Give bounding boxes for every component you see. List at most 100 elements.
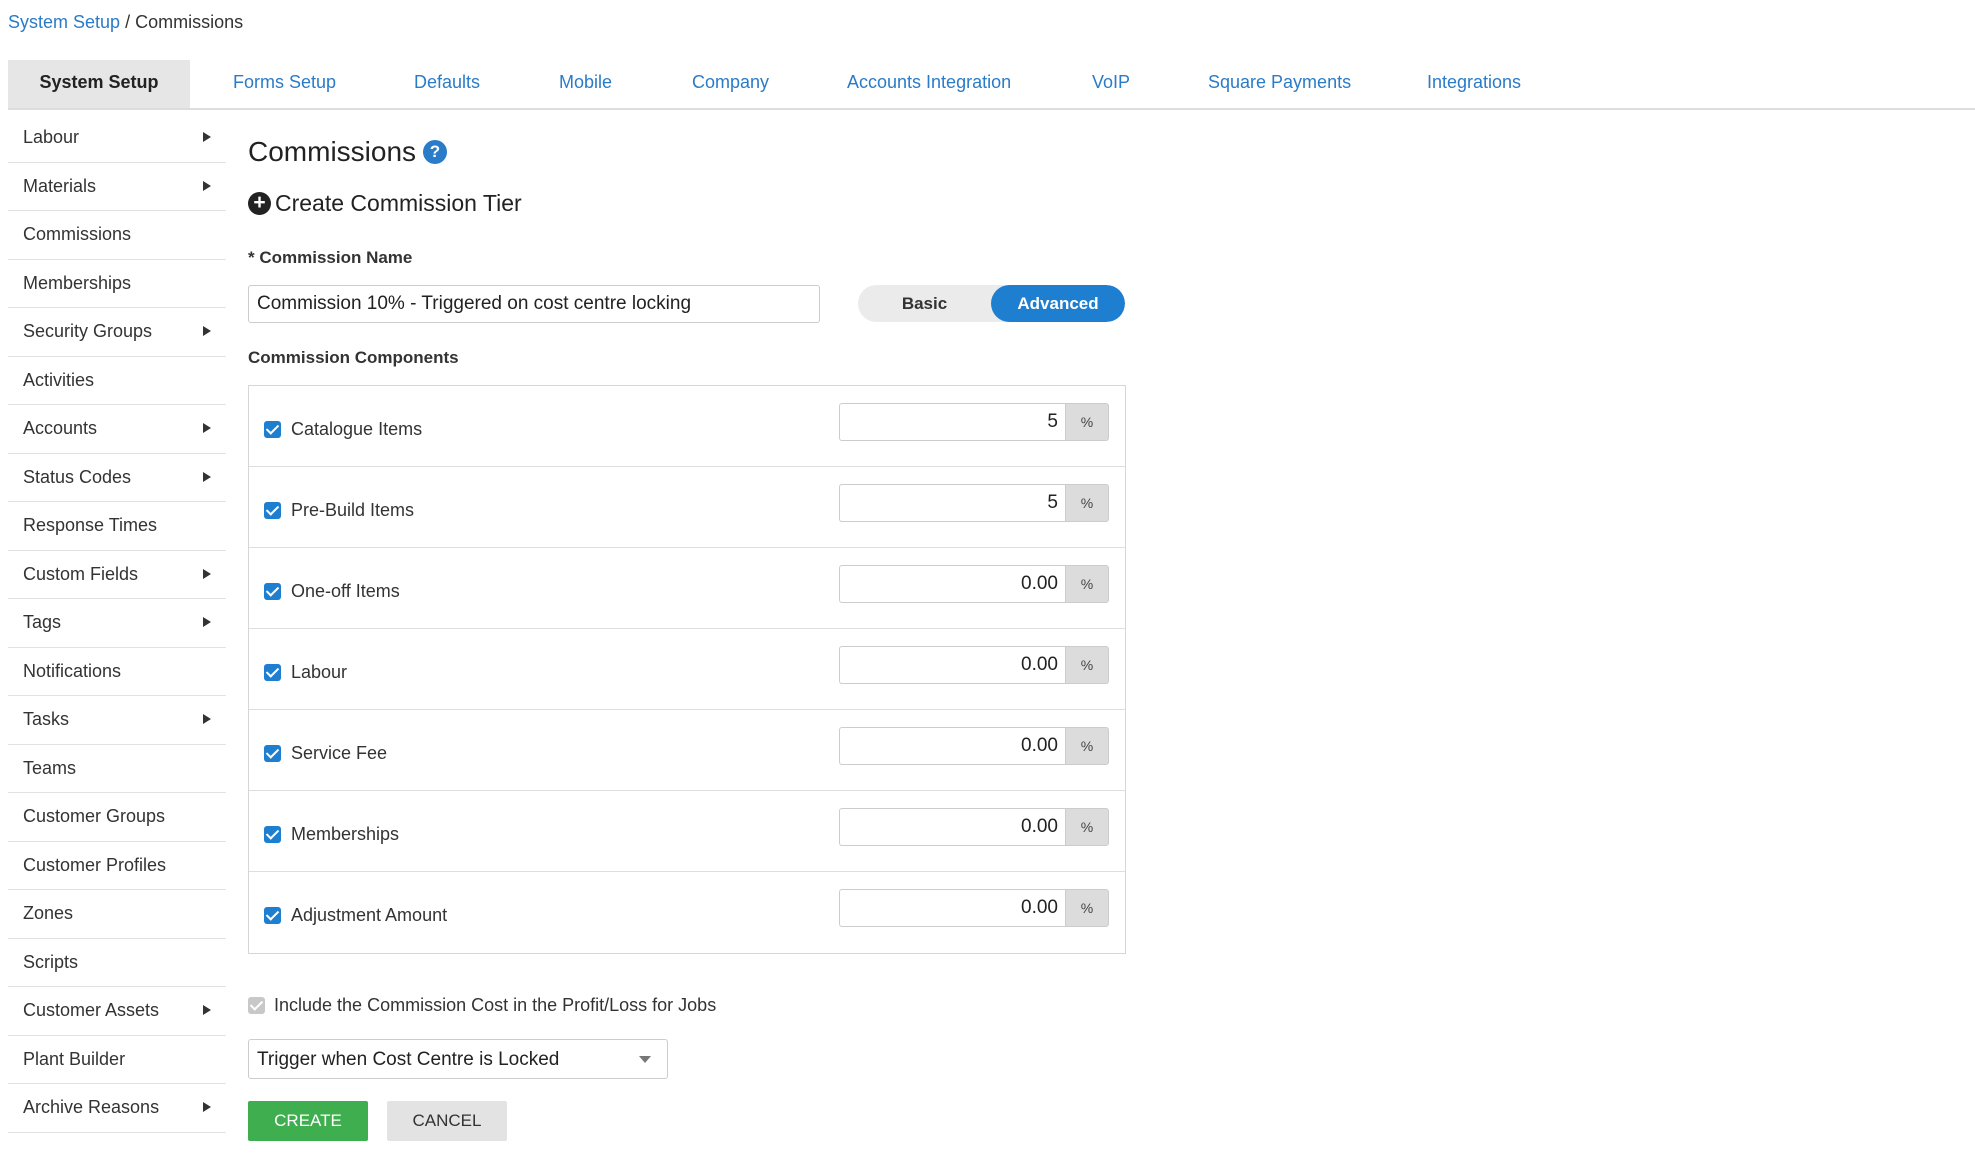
caret-right-icon xyxy=(203,1005,211,1015)
sidebar-item-label: Status Codes xyxy=(23,466,132,487)
sidebar-item-custom-fields[interactable]: Custom Fields xyxy=(8,551,226,599)
percent-input-group: % xyxy=(839,889,1113,927)
pre-build-items-checkbox[interactable] xyxy=(264,502,281,519)
component-row-catalogue-items: Catalogue Items % xyxy=(249,386,1125,467)
catalogue-items-checkbox[interactable] xyxy=(264,421,281,438)
pre-build-items-percent-input[interactable] xyxy=(839,484,1065,522)
sidebar-item-label: Memberships xyxy=(23,272,132,293)
service-fee-percent-input[interactable] xyxy=(839,727,1065,765)
component-row-one-off-items: One-off Items % xyxy=(249,548,1125,629)
component-label: Adjustment Amount xyxy=(291,905,448,925)
percent-input-group: % xyxy=(839,727,1113,765)
sidebar-item-tags[interactable]: Tags xyxy=(8,599,226,648)
sidebar-item-label: Commissions xyxy=(23,224,132,244)
sidebar-item-label: Notifications xyxy=(23,660,122,681)
sidebar-item-materials[interactable]: Materials xyxy=(8,163,226,211)
one-off-items-percent-input[interactable] xyxy=(839,565,1065,603)
one-off-items-checkbox[interactable] xyxy=(264,583,281,600)
sidebar-item-label: Custom Fields xyxy=(23,563,139,584)
caret-right-icon xyxy=(203,326,211,336)
page-title: Commissions xyxy=(248,136,417,167)
component-label: One-off Items xyxy=(291,581,400,601)
create-tier-label: Create Commission Tier xyxy=(275,190,522,216)
caret-right-icon xyxy=(203,1102,211,1112)
component-row-pre-build-items: Pre-Build Items % xyxy=(249,467,1125,548)
sidebar-item-teams[interactable]: Teams xyxy=(8,745,226,793)
sidebar: Labour Materials Commissions Memberships… xyxy=(8,114,226,1133)
include-profit-loss-checkbox[interactable] xyxy=(248,997,265,1014)
component-label: Catalogue Items xyxy=(291,419,423,439)
sidebar-item-memberships[interactable]: Memberships xyxy=(8,260,226,308)
chevron-down-icon xyxy=(639,1056,651,1063)
sidebar-item-notifications[interactable]: Notifications xyxy=(8,648,226,696)
create-commission-tier-heading: + Create Commission Tier xyxy=(248,190,522,217)
service-fee-checkbox[interactable] xyxy=(264,745,281,762)
percent-input-group: % xyxy=(839,646,1113,684)
cancel-button[interactable]: CANCEL xyxy=(387,1101,507,1141)
component-label: Service Fee xyxy=(291,743,388,763)
sidebar-item-label: Customer Assets xyxy=(23,1000,160,1020)
sidebar-item-archive-reasons[interactable]: Archive Reasons xyxy=(8,1084,226,1133)
memberships-percent-input[interactable] xyxy=(839,808,1065,846)
percent-addon: % xyxy=(1065,565,1109,603)
tab-mobile[interactable]: Mobile xyxy=(559,60,612,108)
sidebar-item-customer-assets[interactable]: Customer Assets xyxy=(8,987,226,1036)
sidebar-item-accounts[interactable]: Accounts xyxy=(8,405,226,454)
sidebar-item-label: Tags xyxy=(23,612,62,632)
component-row-labour: Labour % xyxy=(249,629,1125,710)
tab-defaults[interactable]: Defaults xyxy=(414,60,480,108)
create-button[interactable]: CREATE xyxy=(248,1101,368,1141)
labour-checkbox[interactable] xyxy=(264,664,281,681)
sidebar-item-status-codes[interactable]: Status Codes xyxy=(8,454,226,502)
breadcrumb-current: Commissions xyxy=(135,12,244,32)
sidebar-item-scripts[interactable]: Scripts xyxy=(8,939,226,987)
sidebar-item-label: Zones xyxy=(23,903,74,923)
commission-components-table: Catalogue Items % Pre-Build Items % One-… xyxy=(248,385,1126,954)
percent-addon: % xyxy=(1065,889,1109,927)
trigger-select-value: Trigger when Cost Centre is Locked xyxy=(257,1049,560,1070)
sidebar-item-response-times[interactable]: Response Times xyxy=(8,502,226,551)
commission-components-label: Commission Components xyxy=(248,348,459,367)
help-icon[interactable]: ? xyxy=(423,140,447,164)
tab-system-setup[interactable]: System Setup xyxy=(8,60,190,108)
sidebar-item-label: Tasks xyxy=(23,709,70,729)
caret-right-icon xyxy=(203,423,211,433)
sidebar-item-zones[interactable]: Zones xyxy=(8,890,226,939)
caret-right-icon xyxy=(203,617,211,627)
commission-name-label: * Commission Name xyxy=(248,248,413,267)
commission-name-input[interactable] xyxy=(248,285,820,323)
trigger-select[interactable]: Trigger when Cost Centre is Locked xyxy=(248,1039,668,1079)
toggle-basic-option[interactable]: Basic xyxy=(858,285,991,322)
memberships-checkbox[interactable] xyxy=(264,826,281,843)
sidebar-item-label: Activities xyxy=(23,369,95,390)
tab-integrations[interactable]: Integrations xyxy=(1427,60,1521,108)
sidebar-item-customer-groups[interactable]: Customer Groups xyxy=(8,793,226,842)
sidebar-item-security-groups[interactable]: Security Groups xyxy=(8,308,226,357)
sidebar-item-tasks[interactable]: Tasks xyxy=(8,696,226,745)
toggle-advanced-option[interactable]: Advanced xyxy=(991,285,1125,322)
mode-toggle: Basic Advanced xyxy=(858,285,1125,322)
component-label: Memberships xyxy=(291,824,400,844)
labour-percent-input[interactable] xyxy=(839,646,1065,684)
breadcrumb-system-setup-link[interactable]: System Setup xyxy=(8,12,120,32)
tab-voip[interactable]: VoIP xyxy=(1092,60,1130,108)
sidebar-item-customer-profiles[interactable]: Customer Profiles xyxy=(8,842,226,890)
sidebar-item-label: Accounts xyxy=(23,418,98,438)
sidebar-item-labour[interactable]: Labour xyxy=(8,114,226,163)
plus-circle-icon: + xyxy=(248,192,271,215)
tab-accounts-integration[interactable]: Accounts Integration xyxy=(847,60,1011,108)
adjustment-amount-checkbox[interactable] xyxy=(264,907,281,924)
caret-right-icon xyxy=(203,568,211,579)
tab-square-payments[interactable]: Square Payments xyxy=(1208,60,1351,108)
sidebar-item-commissions[interactable]: Commissions xyxy=(8,211,226,260)
adjustment-amount-percent-input[interactable] xyxy=(839,889,1065,927)
catalogue-items-percent-input[interactable] xyxy=(839,403,1065,441)
tab-forms-setup[interactable]: Forms Setup xyxy=(233,60,336,108)
sidebar-item-label: Customer Profiles xyxy=(23,854,167,875)
sidebar-item-activities[interactable]: Activities xyxy=(8,357,226,405)
breadcrumb-separator: / xyxy=(125,12,131,32)
percent-addon: % xyxy=(1065,646,1109,684)
percent-input-group: % xyxy=(839,808,1113,846)
tab-company[interactable]: Company xyxy=(692,60,769,108)
sidebar-item-plant-builder[interactable]: Plant Builder xyxy=(8,1036,226,1084)
